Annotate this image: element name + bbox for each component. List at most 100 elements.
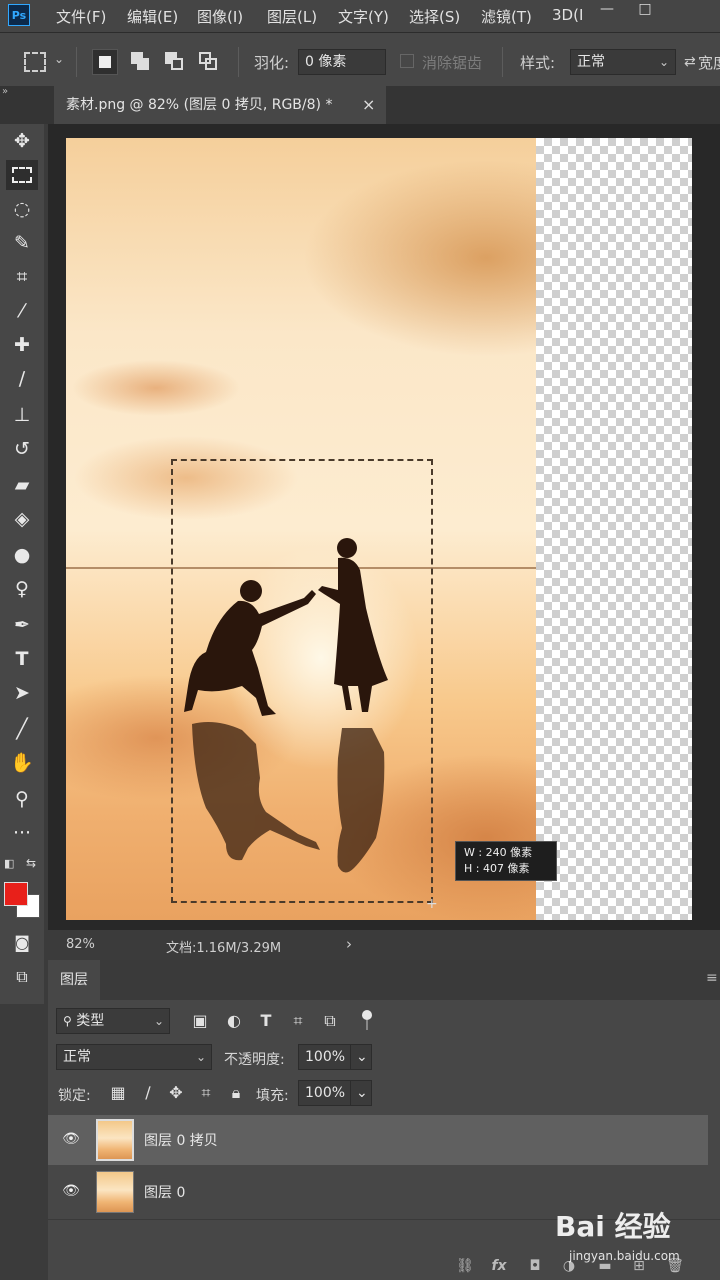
transparent-area <box>536 138 692 920</box>
minimize-button[interactable]: — <box>588 0 626 20</box>
menu-image[interactable]: 图像(I) <box>197 6 243 27</box>
layer-thumbnail <box>96 1119 134 1161</box>
intersect-selection-icon[interactable] <box>196 49 222 75</box>
fx-icon[interactable]: fx <box>488 1255 510 1277</box>
line-tool-icon[interactable]: ╱ <box>6 714 38 744</box>
selection-marquee[interactable] <box>171 459 433 903</box>
smart-object-filter-icon[interactable]: ⧉ <box>318 1009 342 1033</box>
collapse-panel-icon[interactable]: » <box>2 86 8 97</box>
menu-3d[interactable]: 3D(I <box>552 6 583 24</box>
path-select-tool-icon[interactable]: ➤ <box>6 678 38 708</box>
type-layer-filter-icon[interactable]: T <box>254 1009 278 1033</box>
move-tool-icon[interactable]: ✥ <box>6 126 38 156</box>
fill-dropdown-icon[interactable]: ⌄ <box>350 1080 372 1106</box>
lock-all-icon[interactable]: 🔒︎ <box>224 1081 248 1105</box>
maximize-button[interactable]: □ <box>626 0 664 20</box>
swap-colors-icon[interactable]: ⇆ <box>26 856 36 870</box>
filter-toggle-icon[interactable] <box>362 1010 372 1020</box>
lock-image-icon[interactable]: ∕ <box>136 1081 160 1105</box>
menu-file[interactable]: 文件(F) <box>56 6 106 27</box>
eraser-tool-icon[interactable]: ▰ <box>6 470 38 500</box>
watermark-url: jingyan.baidu.com <box>569 1249 680 1263</box>
zoom-level[interactable]: 82% <box>66 937 95 952</box>
blur-tool-icon[interactable]: ● <box>6 540 38 570</box>
quick-mask-icon[interactable]: ◙ <box>6 928 38 958</box>
doc-size-info: 文档:1.16M/3.29M <box>166 941 282 956</box>
document-canvas[interactable] <box>66 138 692 920</box>
chevron-down-icon: ⌄ <box>153 1014 164 1028</box>
lock-position-icon[interactable]: ✥ <box>164 1081 188 1105</box>
crop-tool-icon[interactable]: ⌗ <box>6 262 38 292</box>
pixel-layer-filter-icon[interactable]: ▣ <box>188 1009 212 1033</box>
watermark-logo: Bai 经验 <box>555 1210 671 1243</box>
adjustment-layer-filter-icon[interactable]: ◐ <box>222 1009 246 1033</box>
layer-filter-select[interactable]: ⚲ 类型 ⌄ <box>56 1008 170 1034</box>
status-bar: 82% 文档:1.16M/3.29M › <box>48 932 720 958</box>
status-menu-arrow-icon[interactable]: › <box>346 935 352 953</box>
search-icon: ⚲ <box>63 1014 72 1028</box>
document-tab[interactable]: 素材.png @ 82% (图层 0 拷贝, RGB/8) * × <box>54 86 386 124</box>
more-tools-icon[interactable]: ··· <box>6 818 38 848</box>
default-colors-icon[interactable]: ◧ <box>4 857 14 870</box>
style-select[interactable]: 正常 ⌄ <box>570 49 676 75</box>
document-tab-title: 素材.png @ 82% (图层 0 拷贝, RGB/8) * <box>66 97 333 113</box>
blend-mode-select[interactable]: 正常 ⌄ <box>56 1044 212 1070</box>
menu-edit[interactable]: 编辑(E) <box>127 6 178 27</box>
lock-artboard-icon[interactable]: ⌗ <box>194 1081 218 1105</box>
type-tool-icon[interactable]: T <box>6 644 38 674</box>
link-layers-icon[interactable]: ⛓ <box>454 1255 476 1277</box>
eyedropper-tool-icon[interactable]: ⁄ <box>6 296 38 326</box>
filter-toggle-stem <box>366 1020 368 1030</box>
marquee-tool-icon[interactable] <box>6 160 38 190</box>
hand-tool-icon[interactable]: ✋ <box>6 748 38 778</box>
blend-mode-value: 正常 <box>63 1049 91 1065</box>
divider <box>76 47 77 77</box>
menu-layer[interactable]: 图层(L) <box>267 6 317 27</box>
layers-panel-header: 图层 ≡ <box>48 960 720 1000</box>
new-selection-icon[interactable] <box>92 49 118 75</box>
layer-row[interactable]: 👁︎ 图层 0 拷贝 <box>48 1115 708 1165</box>
panel-menu-icon[interactable]: ≡ <box>706 970 718 986</box>
menu-select[interactable]: 选择(S) <box>409 6 460 27</box>
brush-tool-icon[interactable]: ∕ <box>6 364 38 394</box>
feather-input[interactable]: 0 像素 <box>298 49 386 75</box>
menu-type[interactable]: 文字(Y) <box>338 6 389 27</box>
lasso-tool-icon[interactable]: ◌ <box>6 194 38 224</box>
clone-stamp-tool-icon[interactable]: ⊥ <box>6 400 38 430</box>
tab-layers[interactable]: 图层 <box>48 960 100 1000</box>
swap-icon[interactable]: ⇄ <box>684 54 696 70</box>
antialias-checkbox[interactable] <box>400 54 414 68</box>
rect-marquee-preset-icon[interactable] <box>24 52 46 72</box>
opacity-dropdown-icon[interactable]: ⌄ <box>350 1044 372 1070</box>
add-to-selection-icon[interactable] <box>128 49 154 75</box>
document-tab-bar: » 素材.png @ 82% (图层 0 拷贝, RGB/8) * × <box>0 86 720 124</box>
style-select-value: 正常 <box>577 54 605 70</box>
chevron-down-icon: ⌄ <box>658 55 669 69</box>
photoshop-logo: Ps <box>8 4 30 26</box>
divider <box>238 47 239 77</box>
zoom-tool-icon[interactable]: ⚲ <box>6 784 38 814</box>
close-tab-icon[interactable]: × <box>362 86 375 124</box>
chevron-down-icon: ⌄ <box>195 1050 206 1064</box>
menu-filter[interactable]: 滤镜(T) <box>481 6 532 27</box>
baidu-jingyan-watermark: Bai 经验 jingyan.baidu.com <box>555 1205 715 1275</box>
foreground-color-swatch[interactable] <box>4 882 28 906</box>
healing-brush-tool-icon[interactable]: ✚ <box>6 330 38 360</box>
pen-tool-icon[interactable]: ✒ <box>6 610 38 640</box>
lock-label: 锁定: <box>58 1088 91 1104</box>
menu-bar: Ps 文件(F) 编辑(E) 图像(I) 图层(L) 文字(Y) 选择(S) 滤… <box>0 0 720 33</box>
selection-height: H : 407 像素 <box>464 862 530 875</box>
shape-layer-filter-icon[interactable]: ⌗ <box>286 1009 310 1033</box>
visibility-eye-icon[interactable]: 👁︎ <box>60 1131 82 1147</box>
lock-transparent-icon[interactable]: ▦ <box>106 1081 130 1105</box>
paint-bucket-tool-icon[interactable]: ◈ <box>6 504 38 534</box>
visibility-eye-icon[interactable]: 👁︎ <box>60 1183 82 1199</box>
history-brush-tool-icon[interactable]: ↺ <box>6 434 38 464</box>
selection-size-tooltip: W : 240 像素 H : 407 像素 <box>455 841 557 881</box>
add-mask-icon[interactable]: ◘ <box>524 1255 546 1277</box>
screen-mode-icon[interactable]: ⧉ <box>6 962 38 992</box>
quick-select-tool-icon[interactable]: ✎ <box>6 228 38 258</box>
chevron-down-icon[interactable]: ⌄ <box>54 52 64 66</box>
dodge-tool-icon[interactable]: ♀ <box>6 574 38 604</box>
subtract-from-selection-icon[interactable] <box>162 49 188 75</box>
